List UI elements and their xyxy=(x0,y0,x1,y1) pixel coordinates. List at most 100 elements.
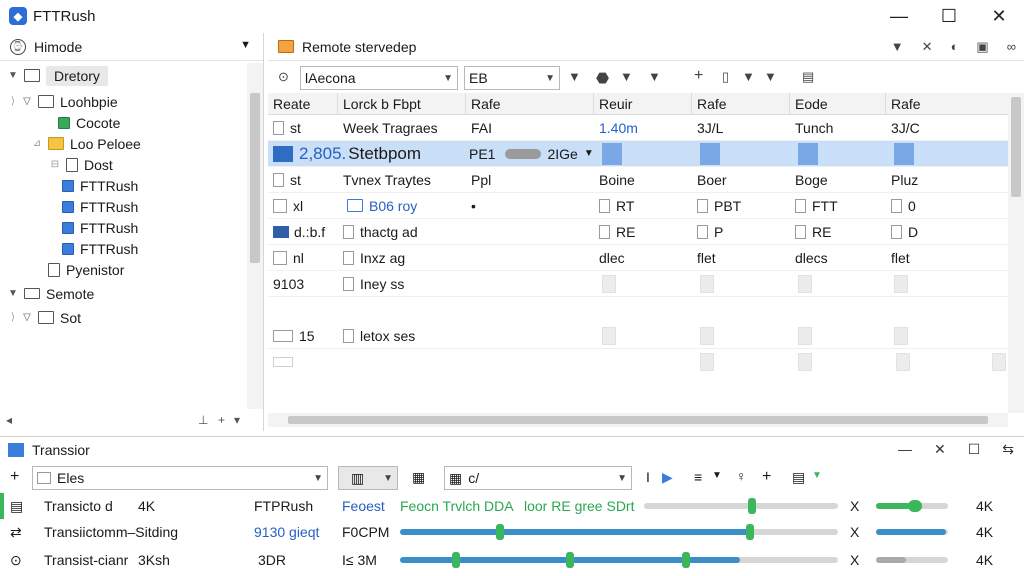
column-header[interactable]: Eode xyxy=(790,93,886,114)
tree-item[interactable]: Cocote xyxy=(0,112,246,133)
chevron-down-icon[interactable]: ▼ xyxy=(617,473,627,484)
column-header[interactable]: Reuir xyxy=(594,93,692,114)
tree-item[interactable]: ▼ Semote xyxy=(0,283,246,304)
scrollbar-thumb[interactable] xyxy=(288,416,988,424)
tree-item[interactable]: ⟩ ▽ Loohbpie xyxy=(0,91,246,112)
filter-combo[interactable]: Eles ▼ xyxy=(32,466,328,490)
tree-item[interactable]: ▼ Dretory xyxy=(0,65,246,86)
close-icon[interactable]: ✕ xyxy=(922,39,933,55)
play-icon[interactable]: ▶ xyxy=(662,469,673,486)
table-row[interactable]: 15 letox ses xyxy=(268,323,1008,349)
swap-icon[interactable]: ⇆ xyxy=(1002,441,1014,458)
local-vertical-scrollbar[interactable] xyxy=(247,63,263,409)
filter-icon[interactable]: ▼ xyxy=(891,39,904,55)
chevron-down-icon[interactable]: ▼ xyxy=(712,470,722,481)
transfer-row[interactable]: ⊙ Transist-cianr 3Ksh 3DR I≤ 3M X 4K xyxy=(0,547,1024,573)
grid-icon[interactable]: ▦ xyxy=(412,469,425,486)
view-combo[interactable]: EB ▼ xyxy=(464,66,560,90)
connect-icon[interactable]: ⬣ xyxy=(596,69,609,87)
clipboard-icon[interactable]: ▤ xyxy=(802,69,814,85)
scrollbar-thumb[interactable] xyxy=(1011,97,1021,197)
tree-item[interactable]: FTTRush xyxy=(0,217,246,238)
add-icon[interactable]: + xyxy=(10,468,19,486)
scrollbar-thumb[interactable] xyxy=(250,93,260,263)
tree-item[interactable]: ⊟ Dost xyxy=(0,154,246,175)
chevron-down-icon[interactable]: ▾ xyxy=(234,413,240,427)
progress-knob[interactable] xyxy=(748,498,756,514)
remote-horizontal-scrollbar[interactable] xyxy=(268,413,1008,427)
drive-icon xyxy=(24,288,40,299)
view-mode-combo[interactable]: ▥ ▼ xyxy=(338,466,398,490)
chevron-down-icon[interactable]: ▼ xyxy=(383,473,393,484)
table-row[interactable]: d.:b.f thactg ad RE P RE D xyxy=(268,219,1008,245)
float-panel-icon[interactable]: ☐ xyxy=(968,441,981,458)
clipboard-icon[interactable]: ▤ xyxy=(792,469,805,486)
add-icon[interactable]: + xyxy=(694,67,703,85)
transfer-row[interactable]: ⇄ Transiictomm–Sitding 9130 gieqt F0CPM … xyxy=(0,519,1024,545)
local-site-label[interactable]: Himode xyxy=(34,39,82,55)
minimize-button[interactable]: — xyxy=(874,0,924,32)
maximize-button[interactable]: ☐ xyxy=(924,0,974,32)
chevron-down-icon[interactable]: ▼ xyxy=(742,69,755,84)
remote-vertical-scrollbar[interactable] xyxy=(1008,93,1024,413)
link-icon[interactable]: ∞ xyxy=(1007,39,1016,55)
column-header[interactable]: Lorck b Fbpt xyxy=(338,93,466,114)
chevron-down-icon[interactable]: ▼ xyxy=(584,148,594,159)
table-row[interactable] xyxy=(268,349,1008,375)
toggle-pill[interactable] xyxy=(505,148,542,159)
file-icon xyxy=(891,224,902,239)
chevron-down-icon[interactable]: ▼ xyxy=(443,73,453,84)
tree-item[interactable]: ⟩ ▽ Sot xyxy=(0,307,246,328)
tree-item[interactable]: FTTRush xyxy=(0,238,246,259)
table-row[interactable]: xl B06 roy • RT PBT FTT 0 xyxy=(268,193,1008,219)
collapse-icon[interactable]: ▼ xyxy=(6,288,20,299)
collapse-icon[interactable]: ▼ xyxy=(6,70,20,81)
user-icon[interactable]: ♀ xyxy=(736,468,747,484)
transfer-icon xyxy=(8,443,24,457)
cursor-icon[interactable]: I xyxy=(646,469,650,485)
close-button[interactable]: ✕ xyxy=(974,0,1024,32)
tree-item[interactable]: Pyenistor xyxy=(0,259,246,280)
server-icon xyxy=(278,40,294,53)
scroll-left-icon[interactable]: ◂ xyxy=(6,413,12,427)
table-row[interactable]: 9103 Iney ss xyxy=(268,271,1008,297)
minimize-panel-icon[interactable]: — xyxy=(898,441,912,458)
file-icon xyxy=(602,326,616,345)
dropdown-icon[interactable]: ▼ xyxy=(764,69,777,84)
tree-item[interactable]: ⊿ Loo Peloee xyxy=(0,133,246,154)
table-row-selected[interactable]: 2,805. Stetbpom PE1 2IGe ▼ xyxy=(268,141,1008,167)
table-row[interactable]: st Tvnex Traytes Ppl Boine Boer Boge Plu… xyxy=(268,167,1008,193)
table-icon: ▦ xyxy=(449,469,463,486)
add-icon[interactable]: + xyxy=(762,468,771,486)
chevron-down-icon[interactable]: ▼ xyxy=(240,39,251,51)
history-icon[interactable]: ⊙ xyxy=(278,69,289,85)
column-header[interactable]: Rafe xyxy=(886,93,1008,114)
table-row[interactable]: st Week Tragraes FAI 1.40m 3J/L Tunch 3J… xyxy=(268,115,1008,141)
visibility-icon[interactable]: ◐ xyxy=(951,39,959,55)
close-panel-icon[interactable]: ✕ xyxy=(934,441,946,458)
tree-item[interactable]: FTTRush xyxy=(0,196,246,217)
archive-icon[interactable]: ▣ xyxy=(976,39,988,55)
toolbar-combo[interactable]: ▦ c/ ▼ xyxy=(444,466,632,490)
collapse-icon[interactable]: ▽ xyxy=(20,96,34,107)
collapse-all-icon[interactable]: ⊥ xyxy=(198,413,208,427)
column-header[interactable]: Reate xyxy=(268,93,338,114)
expand-icon[interactable]: ▽ xyxy=(20,312,34,323)
column-header[interactable]: Rafe xyxy=(466,93,594,114)
column-icon[interactable]: ▯ xyxy=(722,69,729,85)
chevron-down-icon[interactable]: ▼ xyxy=(313,473,323,484)
column-header[interactable]: Rafe xyxy=(692,93,790,114)
tree-item[interactable]: FTTRush xyxy=(0,175,246,196)
expand-all-icon[interactable]: + xyxy=(218,413,225,427)
transfer-row[interactable]: ▤ Transicto d 4K FTPRush Feoest Feocn Tr… xyxy=(0,493,1024,519)
chevron-down-icon[interactable]: ▼ xyxy=(812,470,822,481)
chevron-down-icon[interactable]: ▼ xyxy=(545,73,555,84)
path-combo[interactable]: lAecona ▼ xyxy=(300,66,458,90)
speed-bar xyxy=(876,557,948,563)
dropdown-icon[interactable]: ▼ xyxy=(648,69,661,84)
lines-icon[interactable]: ≡ xyxy=(694,469,702,485)
dropdown-icon[interactable]: ▼ xyxy=(568,69,581,84)
chevron-down-icon[interactable]: ▼ xyxy=(620,69,633,84)
table-row[interactable]: nl Inxz ag dlec flet dlecs flet xyxy=(268,245,1008,271)
table-row[interactable] xyxy=(268,297,1008,323)
